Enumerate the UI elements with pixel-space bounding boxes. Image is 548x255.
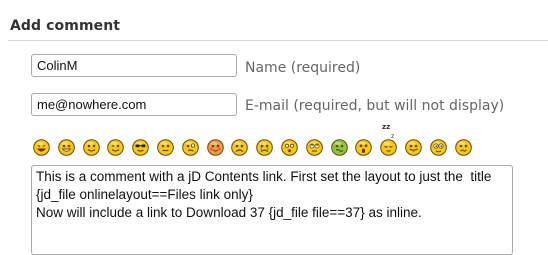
section-title: Add comment (10, 18, 121, 34)
comment-textarea[interactable]: This is a comment with a jD Contents lin… (31, 165, 513, 255)
zzz-icon: zᴢ (382, 123, 391, 131)
sleeping-smiley-icon[interactable]: z (380, 133, 397, 156)
smiley-toolbar: z zᴢ (33, 123, 493, 158)
cool-smiley-icon[interactable] (132, 139, 149, 156)
big-eyes-smiley-icon[interactable] (430, 139, 447, 156)
sad-smiley-icon[interactable] (231, 139, 248, 156)
crying-smiley-icon[interactable] (256, 139, 273, 156)
surprised-smiley-icon[interactable] (281, 139, 298, 156)
sick-smiley-icon[interactable] (331, 139, 348, 156)
blushing-smiley-icon[interactable] (207, 139, 224, 156)
grinning-smiley-icon[interactable] (58, 139, 75, 156)
shocked-smiley-icon[interactable] (355, 139, 372, 156)
tongue-out-smiley-icon[interactable] (405, 139, 422, 156)
email-field[interactable] (31, 93, 237, 116)
confused-smiley-icon[interactable] (455, 139, 472, 156)
winking-smiley-icon[interactable] (107, 139, 124, 156)
smiling-smiley-icon[interactable] (83, 139, 100, 156)
section-divider (8, 40, 548, 41)
email-label: E-mail (required, but will not display) (245, 98, 505, 114)
laughing-smiley-icon[interactable] (33, 139, 50, 156)
name-field[interactable] (31, 54, 237, 77)
neutral-smiley-icon[interactable] (157, 139, 174, 156)
rolling-eyes-smiley-icon[interactable] (306, 139, 323, 156)
name-label: Name (required) (245, 60, 361, 76)
thinking-smiley-icon[interactable] (182, 139, 199, 156)
svg-text:z: z (391, 133, 394, 140)
